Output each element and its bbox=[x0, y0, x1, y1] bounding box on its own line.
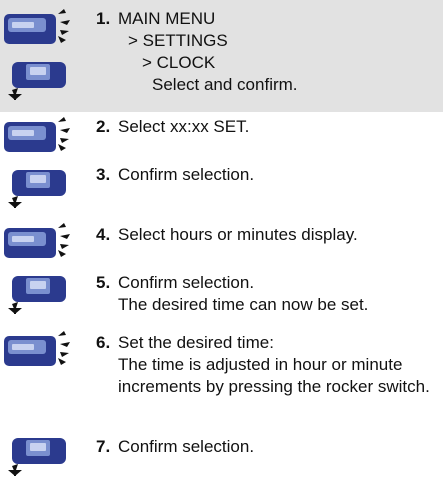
step-4: 4. Select hours or minutes display. bbox=[96, 224, 358, 246]
confirm-button-icon bbox=[2, 432, 72, 476]
rocker-switch-icon bbox=[2, 8, 72, 48]
step-instruction: Select and confirm. bbox=[152, 75, 298, 94]
step-instruction: Confirm selection. bbox=[118, 437, 255, 456]
step-7: 7. Confirm selection. bbox=[96, 436, 254, 458]
step-number: 1. bbox=[96, 9, 111, 28]
menu-path-main: MAIN MENU bbox=[118, 9, 216, 28]
step-5: 5. Confirm selection. The desired time ca… bbox=[96, 272, 368, 316]
step-instruction: Select hours or minutes display. bbox=[118, 225, 358, 244]
step-instruction: Confirm selection. bbox=[118, 165, 255, 184]
step-2: 2. Select xx:xx SET. bbox=[96, 116, 249, 138]
step-instruction: Select xx:xx SET. bbox=[118, 117, 250, 136]
step-1: 1. MAIN MENU > SETTINGS > CLOCK Select an… bbox=[96, 8, 298, 96]
menu-path-clock: > CLOCK bbox=[142, 53, 216, 72]
step-number: 3. bbox=[96, 165, 111, 184]
rocker-switch-icon bbox=[2, 116, 72, 156]
menu-path-settings: > SETTINGS bbox=[128, 31, 228, 50]
step-number: 2. bbox=[96, 117, 111, 136]
rocker-switch-icon bbox=[2, 330, 72, 370]
step-instruction: Confirm selection. bbox=[118, 273, 255, 292]
step-number: 4. bbox=[96, 225, 111, 244]
step-number: 7. bbox=[96, 437, 111, 456]
step-number: 6. bbox=[96, 333, 111, 352]
rocker-switch-icon bbox=[2, 222, 72, 262]
step-note: The desired time can now be set. bbox=[118, 295, 369, 314]
step-instruction: Set the desired time: bbox=[118, 333, 274, 352]
confirm-button-icon bbox=[2, 270, 72, 314]
confirm-button-icon bbox=[2, 164, 72, 208]
confirm-button-icon bbox=[2, 56, 72, 100]
step-6: 6. Set the desired time: The time is adju… bbox=[96, 332, 443, 398]
step-3: 3. Confirm selection. bbox=[96, 164, 254, 186]
step-number: 5. bbox=[96, 273, 111, 292]
step-note: The time is adjusted in hour or minute i… bbox=[118, 355, 430, 396]
